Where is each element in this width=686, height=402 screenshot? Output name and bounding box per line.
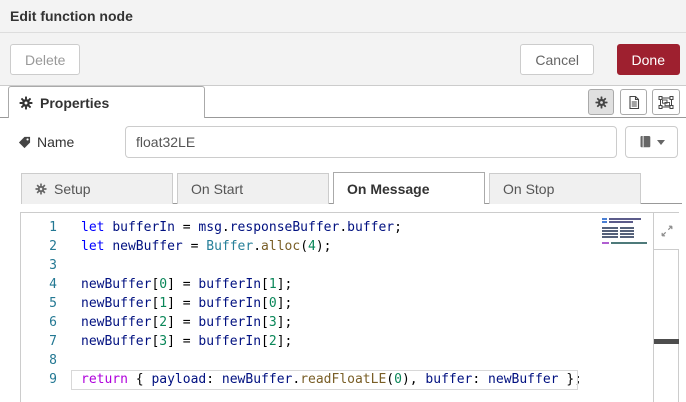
scrollbar-cursor-marker[interactable] <box>654 339 679 344</box>
code-line[interactable]: newBuffer[2] = bufferIn[3]; <box>81 313 651 332</box>
code-line[interactable]: return { payload: newBuffer.readFloatLE(… <box>71 370 651 390</box>
code-line[interactable]: let newBuffer = Buffer.alloc(4); <box>81 237 651 256</box>
line-number: 9 <box>49 372 57 387</box>
line-number: 6 <box>49 315 57 330</box>
gear-icon <box>19 96 33 110</box>
done-button[interactable]: Done <box>616 44 680 75</box>
function-tabbar: Setup On Start On Message On Stop <box>21 172 682 204</box>
code-editor[interactable]: 1 2 3 4 5 6 7 8 9 let bufferIn = msg.responseBuf… <box>20 212 679 402</box>
expand-icon <box>660 224 674 238</box>
book-icon <box>639 135 652 149</box>
tab-properties[interactable]: Properties <box>8 86 205 118</box>
code-line[interactable]: newBuffer[1] = bufferIn[0]; <box>81 294 651 313</box>
line-number: 1 <box>49 220 57 235</box>
gear-icon <box>594 95 608 109</box>
line-number: 8 <box>49 353 57 368</box>
edit-function-node-dialog: Edit function node Delete Cancel Done Pr… <box>0 0 686 402</box>
tab-on-stop[interactable]: On Stop <box>489 173 641 204</box>
delete-button[interactable]: Delete <box>10 44 81 75</box>
editor-code[interactable]: let bufferIn = msg.responseBuffer.buffer… <box>71 218 651 390</box>
dialog-title: Edit function node <box>10 8 133 24</box>
document-icon <box>627 95 641 110</box>
tab-on-message[interactable]: On Message <box>333 172 485 204</box>
cancel-button[interactable]: Cancel <box>520 44 594 75</box>
dialog-header: Edit function node <box>0 0 686 33</box>
line-number: 2 <box>49 239 57 254</box>
editor-gutter: 1 2 3 4 5 6 7 8 9 <box>21 218 65 389</box>
tab-setup[interactable]: Setup <box>21 173 173 204</box>
appearance-button[interactable] <box>652 89 680 115</box>
properties-edit-button[interactable] <box>588 89 614 115</box>
gear-icon <box>35 183 47 195</box>
library-button[interactable] <box>625 126 678 158</box>
description-button[interactable] <box>620 89 647 115</box>
tag-icon <box>18 136 31 149</box>
code-line[interactable]: let bufferIn = msg.responseBuffer.buffer… <box>81 218 651 237</box>
name-input[interactable] <box>125 126 617 158</box>
line-number: 7 <box>49 334 57 349</box>
line-number: 3 <box>49 258 57 273</box>
line-number: 4 <box>49 277 57 292</box>
properties-bar: Properties <box>0 86 686 118</box>
code-line[interactable] <box>81 256 651 275</box>
code-line[interactable]: newBuffer[0] = bufferIn[1]; <box>81 275 651 294</box>
name-row: Name <box>0 126 686 162</box>
tab-on-start[interactable]: On Start <box>177 173 329 204</box>
properties-tab-label: Properties <box>40 94 110 111</box>
code-line[interactable]: newBuffer[3] = bufferIn[2]; <box>81 332 651 351</box>
line-number: 5 <box>49 296 57 311</box>
chevron-down-icon <box>656 139 665 145</box>
expand-editor-button[interactable] <box>653 213 679 250</box>
action-bar: Delete Cancel Done <box>0 33 686 86</box>
appearance-frame-icon <box>658 95 674 110</box>
code-line[interactable] <box>81 351 651 370</box>
editor-minimap[interactable] <box>601 216 651 250</box>
name-label: Name <box>18 134 74 150</box>
